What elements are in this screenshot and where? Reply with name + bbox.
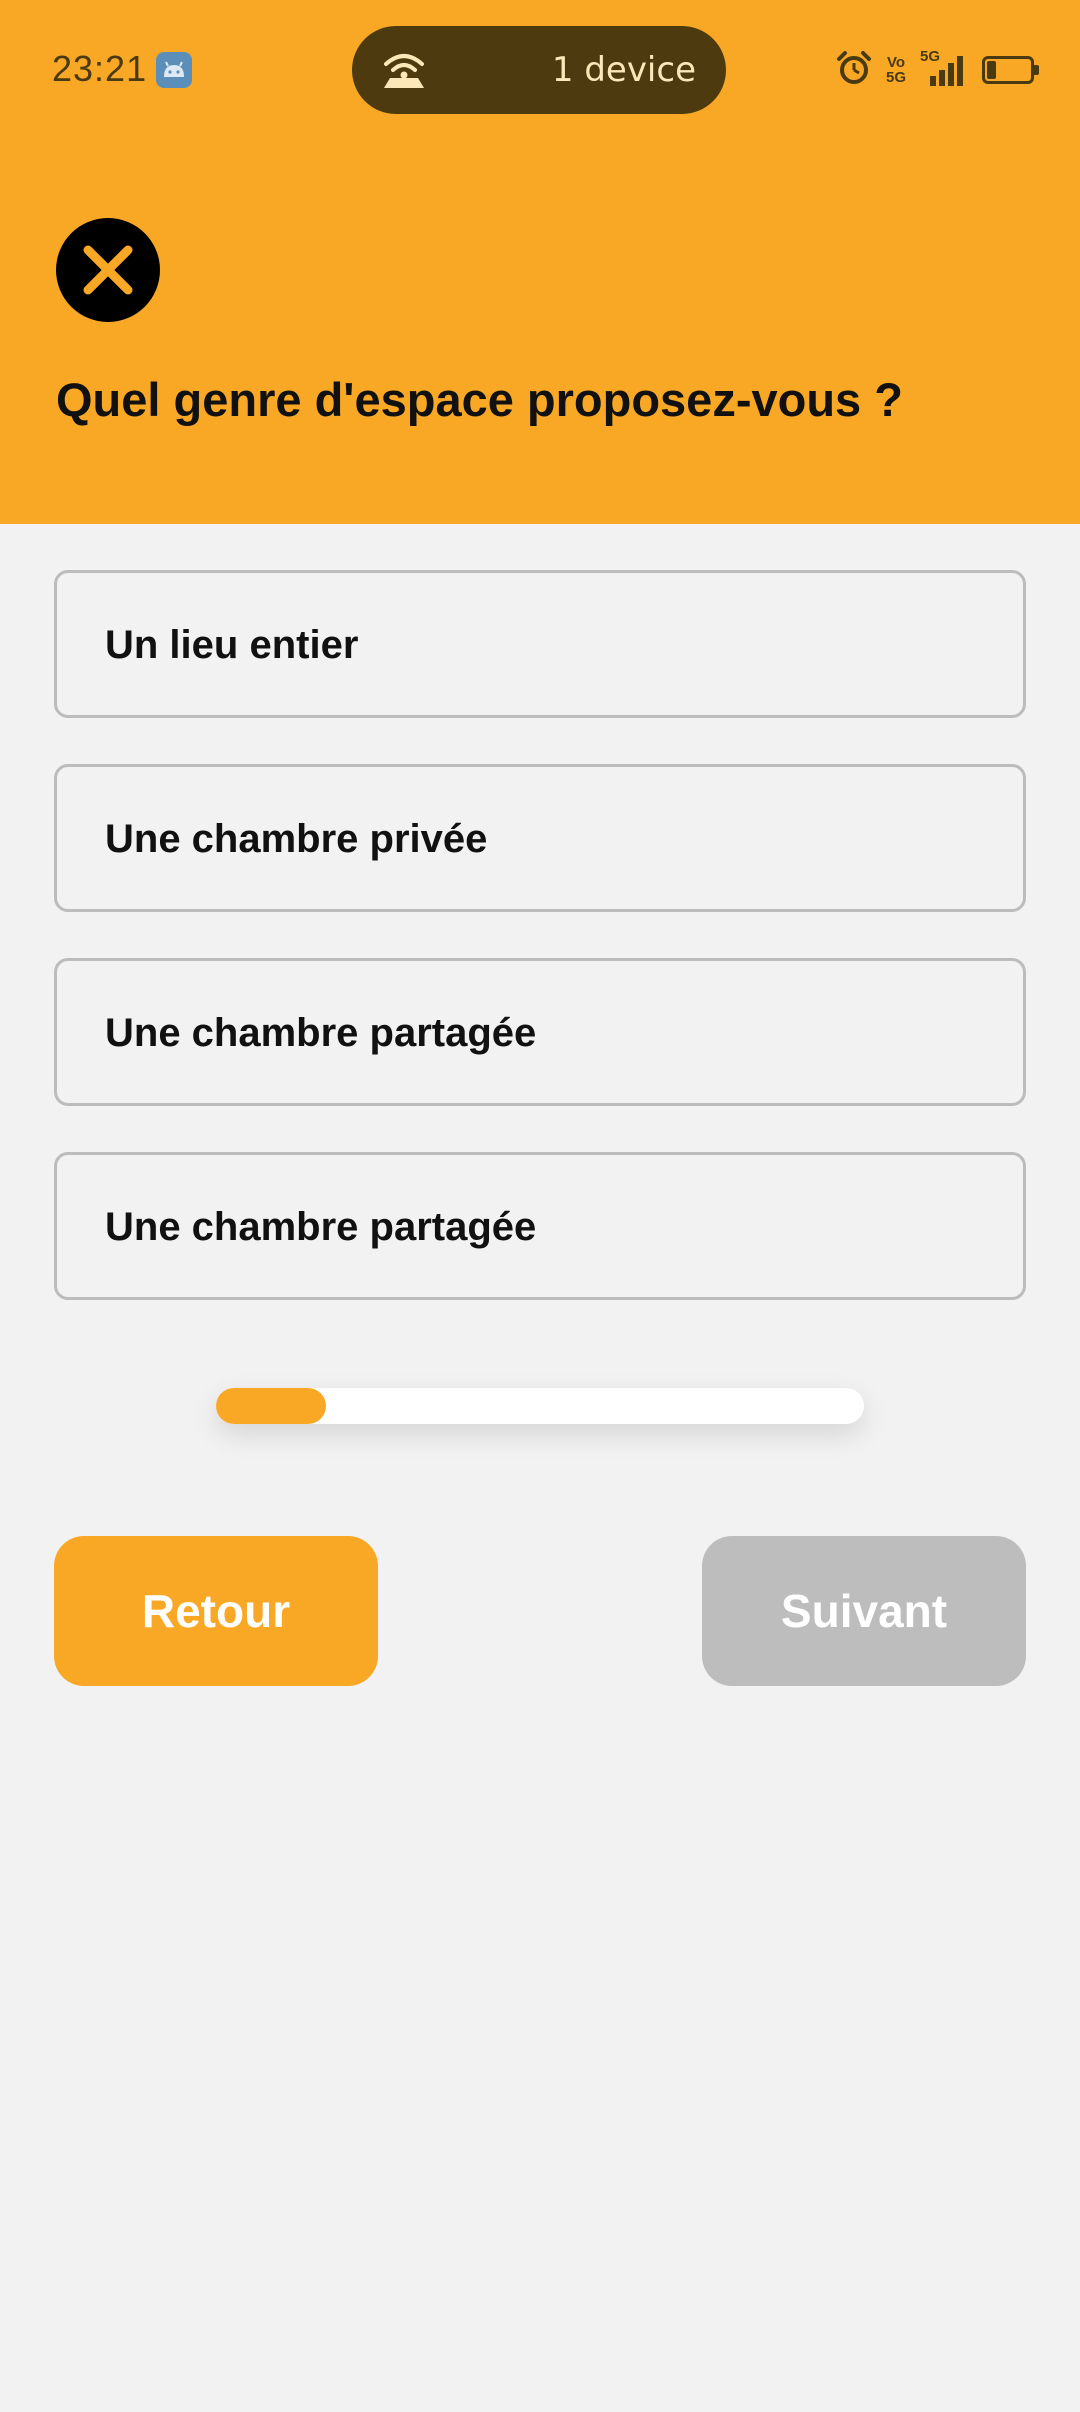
alarm-icon: [836, 50, 872, 91]
option-label: Un lieu entier: [105, 623, 359, 667]
battery-icon: 22: [982, 56, 1039, 84]
progress-fill: [216, 1388, 327, 1424]
next-button[interactable]: Suivant: [702, 1536, 1026, 1686]
status-time: 23:21: [52, 48, 148, 89]
close-icon: [83, 245, 133, 295]
option-label: Une chambre partagée: [105, 1205, 537, 1249]
close-button[interactable]: [56, 218, 160, 322]
hotspot-device-count: 1 device: [551, 50, 696, 90]
option-label: Une chambre partagée: [105, 1011, 537, 1055]
option-shared-room[interactable]: Une chambre partagée: [54, 958, 1026, 1106]
hotspot-indicator[interactable]: 1 device: [352, 26, 726, 114]
hotspot-icon: [380, 48, 428, 95]
progress-bar: [216, 1388, 864, 1424]
battery-level: 22: [997, 60, 1019, 80]
option-private-room[interactable]: Une chambre privée: [54, 764, 1026, 912]
status-icons: Vo 5G 5G 22: [836, 48, 1039, 91]
option-label: Une chambre privée: [105, 817, 488, 861]
volte-indicator: Vo 5G: [885, 54, 906, 86]
header: 23:21 1 device Vo 5G 5G 22 Quel genre d'…: [0, 0, 1080, 524]
signal-icon: 5G: [920, 48, 968, 88]
option-entire-place[interactable]: Un lieu entier: [54, 570, 1026, 718]
android-icon: [156, 52, 192, 88]
back-button[interactable]: Retour: [54, 1536, 378, 1686]
page-title: Quel genre d'espace proposez-vous ?: [56, 373, 903, 426]
option-shared-room-2[interactable]: Une chambre partagée: [54, 1152, 1026, 1300]
